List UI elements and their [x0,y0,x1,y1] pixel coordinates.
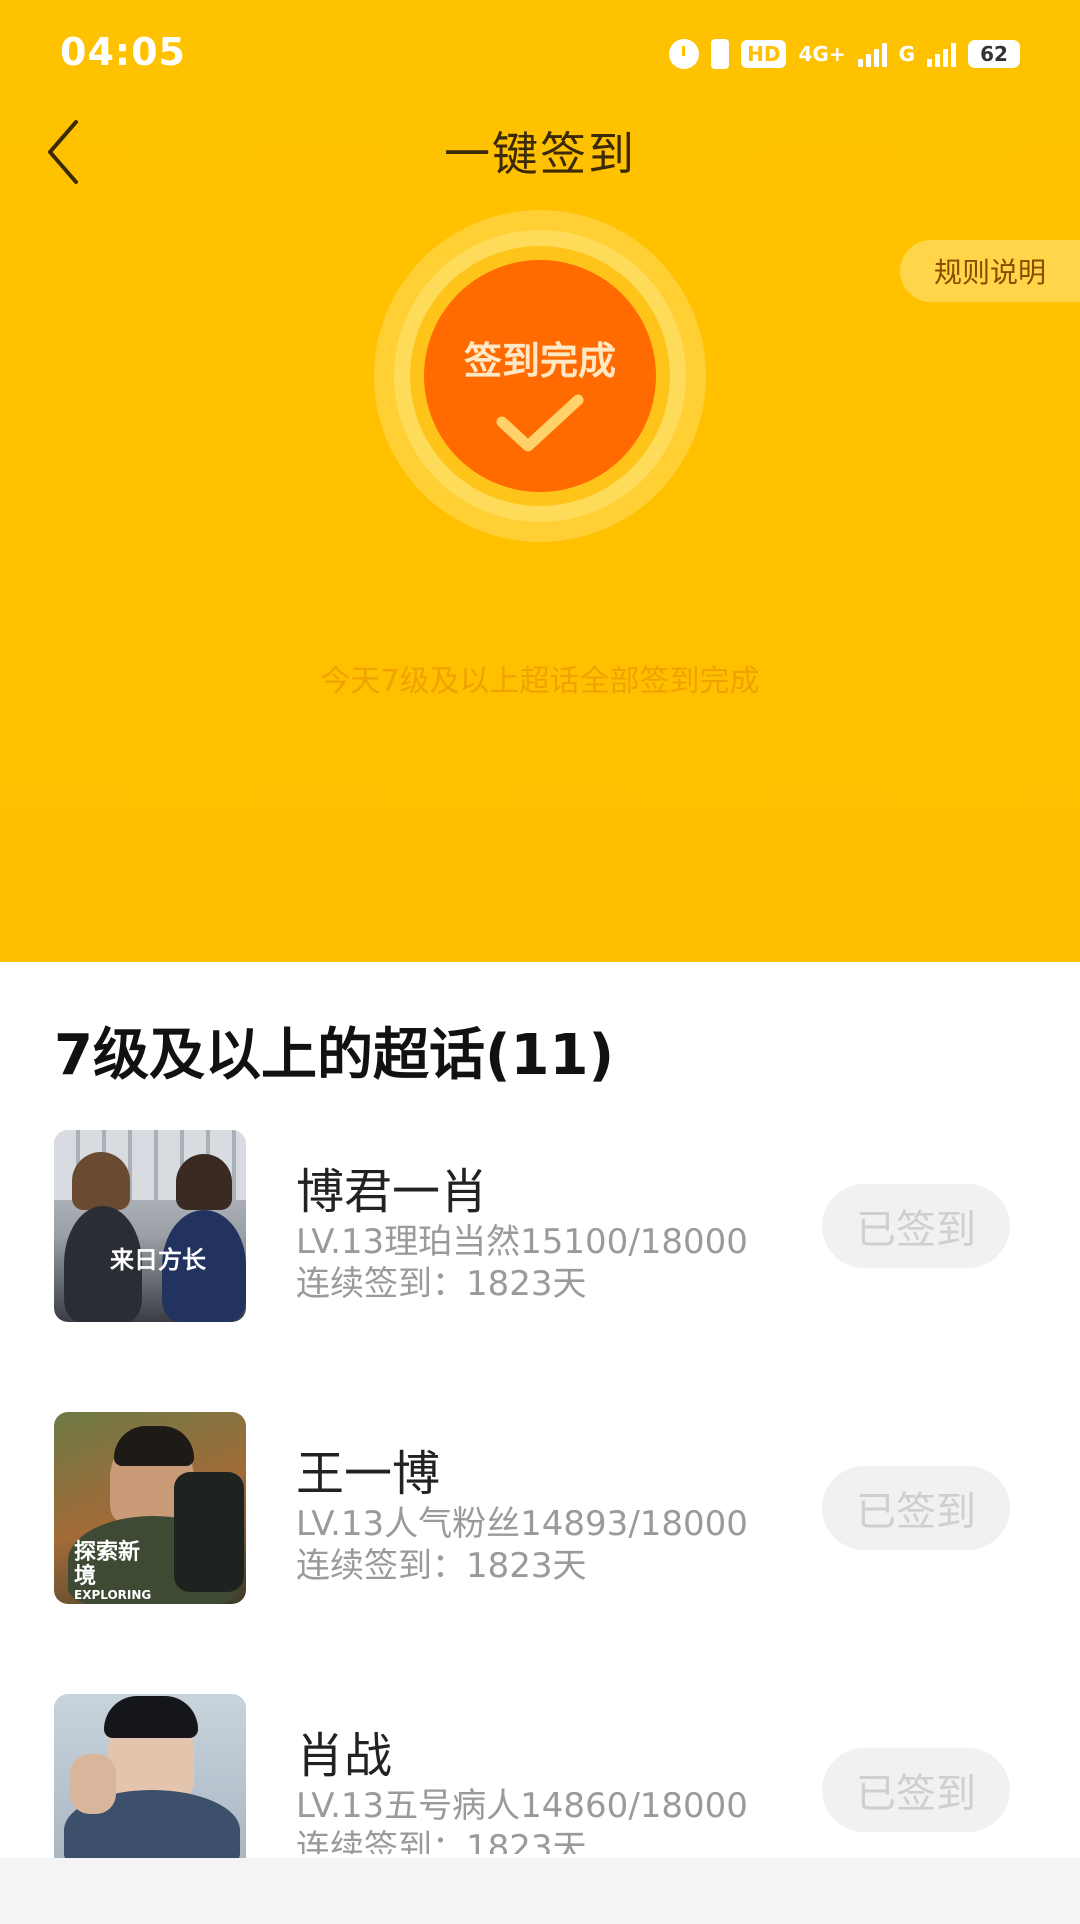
signed-button[interactable]: 已签到 [822,1184,1010,1268]
status-time: 04:05 [60,30,186,74]
network-4g-label: 4G+ [798,42,846,66]
thumbnail-caption: 探索新境 [74,1539,141,1589]
network-g-label: G [898,42,915,66]
rules-button[interactable]: 规则说明 [900,240,1080,302]
signed-button[interactable]: 已签到 [822,1466,1010,1550]
status-bar: 04:05 HD 4G+ G 62 [0,0,1080,100]
page-title: 一键签到 [444,127,636,181]
topic-name: 肖战 [296,1728,393,1784]
status-icons: HD 4G+ G 62 [669,34,1020,74]
signed-button[interactable]: 已签到 [822,1748,1010,1832]
battery-icon: 62 [968,40,1020,68]
topic-streak: 连续签到：1823天 [296,1264,587,1304]
list-title: 7级及以上的超话(11) [54,1023,615,1088]
thumbnail-caption: 来日方长 [110,1245,206,1274]
topic-name: 博君一肖 [296,1164,489,1220]
checkin-done-label: 签到完成 [463,339,616,383]
hd-badge: HD [741,40,787,68]
list-item[interactable]: 探索新境 EXPLORING 王一博 LV.13人气粉丝14893/18000 … [0,1412,1080,1608]
check-icon [496,394,584,452]
signal-icon-2 [927,41,956,67]
signal-icon [857,41,887,67]
topic-thumbnail [54,1694,246,1858]
topic-thumbnail: 来日方长 [54,1130,246,1322]
alarm-icon [669,39,700,69]
checkin-summary: 今天7级及以上超话全部签到完成 [320,664,760,699]
vibrate-icon [711,39,730,69]
topic-thumbnail: 探索新境 EXPLORING [54,1412,246,1604]
bottom-strip [0,1858,1080,1924]
topic-streak: 连续签到：1823天 [296,1546,587,1586]
thumbnail-caption-en: EXPLORING [74,1588,152,1602]
topic-streak: 连续签到：1823天 [296,1828,587,1854]
list-item[interactable]: 来日方长 博君一肖 LV.13理珀当然15100/18000 连续签到：1823… [0,1130,1080,1326]
topic-name: 王一博 [296,1446,441,1502]
